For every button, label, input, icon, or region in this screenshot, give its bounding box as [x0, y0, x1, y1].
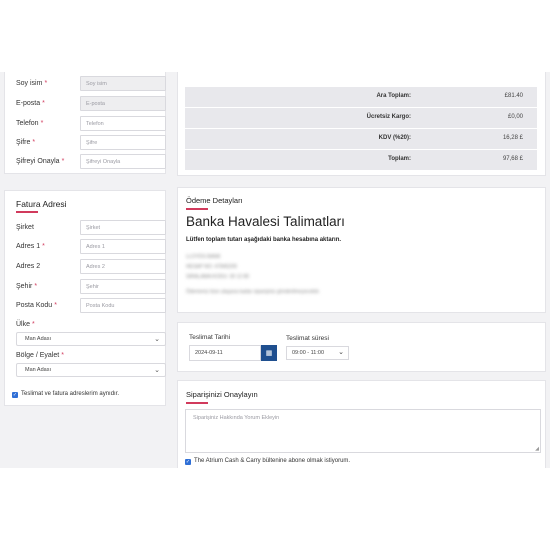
summary-key: KDV (%20):	[378, 135, 411, 141]
field-label-surname: Soy isim *	[16, 80, 48, 87]
city-input[interactable]: Şehir	[80, 279, 166, 294]
chevron-down-icon: ⌄	[154, 367, 160, 374]
same-address-checkbox[interactable]: ✓	[12, 392, 18, 398]
summary-value: 97,68 £	[502, 156, 523, 162]
delivery-date-label: Teslimat Tarihi	[189, 334, 231, 341]
account-fields-card: Soy isim * Soy isim E-posta * E-posta Tele…	[4, 72, 166, 174]
bank-transfer-heading: Banka Havalesi Talimatları	[186, 214, 345, 229]
field-label-address2: Adres 2	[16, 263, 41, 270]
field-label-region: Bölge / Eyalet *	[16, 352, 64, 359]
newsletter-checkbox[interactable]: ✓	[185, 459, 191, 465]
field-label-country: Ülke *	[16, 321, 35, 328]
bank-sort-code: SIRALAMA KODU: 30 12 80	[186, 274, 250, 280]
payment-title-underline	[186, 208, 208, 210]
field-label-password-confirm: Şifreyi Onayla *	[16, 158, 65, 165]
chevron-down-icon: ⌄	[154, 336, 160, 343]
password-input[interactable]: Şifre	[80, 135, 166, 150]
billing-address-card: Fatura Adresi Şirket Şirket Adres 1 * Adr…	[4, 190, 166, 406]
chevron-down-icon: ⌄	[338, 349, 344, 356]
bank-name: LLOYDS BANK	[186, 254, 221, 260]
payment-details-card: Ödeme Detayları Banka Havalesi Talimatla…	[177, 187, 546, 313]
confirm-title-underline	[186, 402, 208, 404]
postcode-input[interactable]: Posta Kodu	[80, 298, 166, 313]
field-label-password: Şifre *	[16, 139, 36, 146]
confirm-order-card: Siparişinizi Onaylayın Siparişiniz Hakkı…	[177, 380, 546, 468]
billing-title: Fatura Adresi	[16, 199, 67, 209]
check-icon: ✓	[12, 392, 18, 398]
order-summary-card: Ara Toplam: £81.40 Ücretsiz Kargo: £0,00…	[177, 72, 546, 176]
field-label-phone: Telefon *	[16, 120, 44, 127]
region-select[interactable]: Man Adası ⌄	[16, 363, 166, 377]
field-label-city: Şehir *	[16, 283, 38, 290]
summary-key: Ücretsiz Kargo:	[366, 114, 411, 120]
payment-note: Ödemeniz bize ulaşana kadar siparişiniz …	[186, 289, 320, 295]
check-icon: ✓	[185, 459, 191, 465]
phone-input[interactable]: Telefon	[80, 116, 166, 131]
summary-value: £81.40	[504, 93, 523, 99]
delivery-date-input[interactable]: 2024-09-11	[189, 345, 261, 361]
field-label-email: E-posta *	[16, 100, 45, 107]
bank-transfer-instruction: Lütfen toplam tutarı aşağıdaki banka hes…	[186, 237, 342, 243]
payment-section-title: Ödeme Detayları	[186, 196, 243, 205]
country-select[interactable]: Man Adası ⌄	[16, 332, 166, 346]
summary-row-shipping: Ücretsiz Kargo: £0,00	[185, 108, 537, 128]
order-comment-placeholder: Siparişiniz Hakkında Yorum Ekleyin	[193, 415, 280, 421]
surname-input[interactable]: Soy isim	[80, 76, 166, 91]
summary-row-total: Toplam: 97,68 £	[185, 150, 537, 170]
delivery-time-value: 09:00 - 11:00	[292, 350, 325, 356]
summary-key: Ara Toplam:	[376, 93, 411, 99]
summary-key: Toplam:	[388, 156, 411, 162]
delivery-date-value: 2024-09-11	[195, 350, 223, 356]
region-select-value: Man Adası	[25, 367, 51, 373]
same-address-label: Teslimat ve fatura adreslerim aynıdır.	[21, 391, 120, 397]
confirm-title: Siparişinizi Onaylayın	[186, 390, 258, 399]
company-input[interactable]: Şirket	[80, 220, 166, 235]
delivery-time-select[interactable]: 09:00 - 11:00 ⌄	[286, 346, 349, 360]
summary-row-subtotal: Ara Toplam: £81.40	[185, 87, 537, 107]
bank-account-number: HESAP NO: 47845209	[186, 264, 237, 270]
checkout-page: Soy isim * Soy isim E-posta * E-posta Tele…	[0, 72, 550, 468]
calendar-button[interactable]: ▦	[261, 345, 277, 361]
summary-value: £0,00	[507, 114, 523, 120]
summary-value: 16,28 £	[502, 135, 523, 141]
order-comment-textarea[interactable]: Siparişiniz Hakkında Yorum Ekleyin ◢	[185, 409, 541, 453]
password-confirm-input[interactable]: Şifreyi Onayla	[80, 154, 166, 169]
field-label-company: Şirket	[16, 224, 34, 231]
address1-input[interactable]: Adres 1	[80, 239, 166, 254]
calendar-icon: ▦	[265, 350, 273, 357]
summary-row-vat: KDV (%20): 16,28 £	[185, 129, 537, 149]
delivery-time-label: Teslimat süresi	[286, 335, 329, 342]
delivery-card: Teslimat Tarihi 2024-09-11 ▦ Teslimat sü…	[177, 322, 546, 372]
email-input[interactable]: E-posta	[80, 96, 166, 111]
country-select-value: Man Adası	[25, 336, 51, 342]
newsletter-label: The Atrium Cash & Carry bültenine abone …	[194, 458, 351, 464]
billing-title-underline	[16, 211, 38, 213]
address2-input[interactable]: Adres 2	[80, 259, 166, 274]
resize-handle-icon[interactable]: ◢	[535, 446, 539, 452]
field-label-postcode: Posta Kodu *	[16, 302, 57, 309]
field-label-address1: Adres 1 *	[16, 243, 45, 250]
